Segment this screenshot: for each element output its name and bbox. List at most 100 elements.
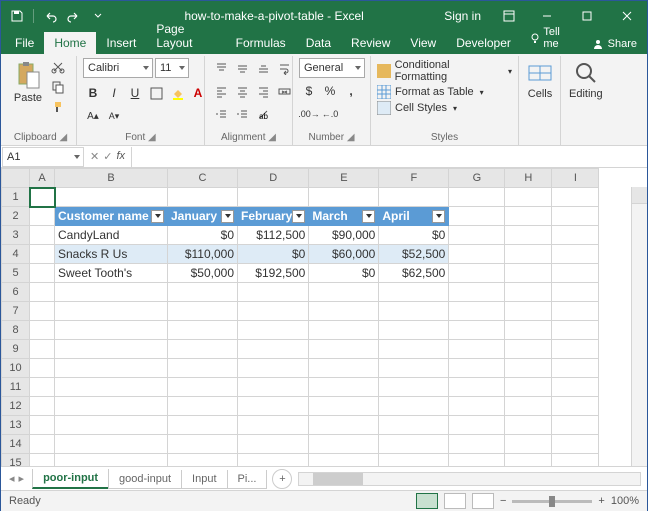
cell[interactable]: [30, 378, 55, 397]
decrease-indent-button[interactable]: [211, 104, 231, 124]
zoom-out-button[interactable]: −: [500, 495, 506, 507]
row-header[interactable]: 9: [2, 340, 30, 359]
cell[interactable]: [552, 264, 599, 283]
zoom-in-button[interactable]: +: [598, 495, 604, 507]
filter-icon[interactable]: [362, 210, 375, 223]
decrease-decimal-button[interactable]: ←.0: [320, 104, 340, 124]
cell[interactable]: [30, 302, 55, 321]
cell[interactable]: [309, 283, 379, 302]
cell[interactable]: [238, 359, 309, 378]
cell[interactable]: [168, 454, 238, 467]
format-as-table-button[interactable]: Format as Table▾: [377, 84, 484, 100]
filter-icon[interactable]: [292, 210, 305, 223]
cell[interactable]: [238, 321, 309, 340]
row-header[interactable]: 10: [2, 359, 30, 378]
cell[interactable]: [505, 226, 552, 245]
cell[interactable]: [552, 416, 599, 435]
worksheet-grid[interactable]: ABCDEFGHI12Customer nameJanuaryFebruaryM…: [1, 168, 647, 466]
cell[interactable]: [379, 340, 449, 359]
cell[interactable]: [505, 188, 552, 207]
clipboard-launcher-icon[interactable]: ◢: [59, 132, 67, 143]
align-left-button[interactable]: [211, 81, 231, 101]
increase-indent-button[interactable]: [232, 104, 252, 124]
shrink-font-button[interactable]: A▾: [104, 106, 124, 126]
cell[interactable]: [379, 397, 449, 416]
cell[interactable]: [168, 435, 238, 454]
cell[interactable]: [505, 340, 552, 359]
cell[interactable]: [30, 416, 55, 435]
tab-file[interactable]: File: [5, 32, 44, 54]
underline-button[interactable]: U: [125, 83, 145, 103]
col-header[interactable]: I: [552, 169, 599, 188]
filter-icon[interactable]: [151, 210, 164, 223]
cell[interactable]: [238, 397, 309, 416]
cell[interactable]: $60,000: [309, 245, 379, 264]
row-header[interactable]: 15: [2, 454, 30, 467]
cell[interactable]: [505, 321, 552, 340]
cell[interactable]: [238, 435, 309, 454]
cell[interactable]: [505, 397, 552, 416]
sheet-nav-next-icon[interactable]: ▸: [19, 472, 25, 485]
cell[interactable]: [552, 283, 599, 302]
cell[interactable]: [505, 416, 552, 435]
cell[interactable]: [552, 397, 599, 416]
cell[interactable]: $0: [238, 245, 309, 264]
cell[interactable]: [552, 378, 599, 397]
cell[interactable]: [30, 245, 55, 264]
number-format-combo[interactable]: General: [299, 58, 365, 78]
cell[interactable]: Snacks R Us: [55, 245, 168, 264]
enter-formula-icon[interactable]: ✓: [103, 150, 112, 163]
cell[interactable]: [449, 302, 505, 321]
cell[interactable]: [309, 416, 379, 435]
add-sheet-button[interactable]: +: [272, 469, 292, 489]
font-name-combo[interactable]: Calibri: [83, 58, 153, 78]
cell[interactable]: [552, 188, 599, 207]
save-icon[interactable]: [7, 6, 27, 26]
row-header[interactable]: 8: [2, 321, 30, 340]
row-header[interactable]: 13: [2, 416, 30, 435]
wrap-text-button[interactable]: [274, 58, 294, 78]
col-header[interactable]: F: [379, 169, 449, 188]
cell[interactable]: [505, 435, 552, 454]
share-button[interactable]: Share: [582, 34, 647, 54]
cell[interactable]: [30, 359, 55, 378]
cut-button[interactable]: [49, 58, 67, 76]
conditional-formatting-button[interactable]: Conditional Formatting▾: [377, 58, 512, 84]
col-header[interactable]: B: [55, 169, 168, 188]
col-header[interactable]: E: [309, 169, 379, 188]
close-button[interactable]: [607, 1, 647, 30]
copy-button[interactable]: [49, 78, 67, 96]
font-size-combo[interactable]: 11: [155, 58, 189, 78]
cell[interactable]: [309, 359, 379, 378]
cell[interactable]: [30, 283, 55, 302]
fx-icon[interactable]: fx: [116, 150, 125, 163]
cell[interactable]: [379, 454, 449, 467]
comma-button[interactable]: ,: [341, 81, 361, 101]
cell[interactable]: [505, 302, 552, 321]
cell[interactable]: [309, 378, 379, 397]
cell[interactable]: [309, 340, 379, 359]
col-header[interactable]: A: [30, 169, 55, 188]
zoom-level[interactable]: 100%: [611, 495, 639, 507]
col-header[interactable]: C: [168, 169, 238, 188]
tab-review[interactable]: Review: [341, 32, 400, 54]
cell[interactable]: [309, 302, 379, 321]
cell[interactable]: [55, 359, 168, 378]
cell[interactable]: [449, 416, 505, 435]
cell[interactable]: $112,500: [238, 226, 309, 245]
cell[interactable]: [309, 188, 379, 207]
cell[interactable]: [55, 454, 168, 467]
cell[interactable]: [168, 416, 238, 435]
align-center-button[interactable]: [232, 81, 252, 101]
tab-view[interactable]: View: [400, 32, 446, 54]
cell[interactable]: [449, 321, 505, 340]
cell-styles-button[interactable]: Cell Styles▾: [377, 100, 457, 116]
cell[interactable]: [379, 416, 449, 435]
cell[interactable]: [379, 321, 449, 340]
tab-insert[interactable]: Insert: [96, 32, 146, 54]
col-header[interactable]: H: [505, 169, 552, 188]
cell[interactable]: [505, 454, 552, 467]
cell[interactable]: [449, 283, 505, 302]
redo-icon[interactable]: [64, 6, 84, 26]
cell[interactable]: [449, 340, 505, 359]
